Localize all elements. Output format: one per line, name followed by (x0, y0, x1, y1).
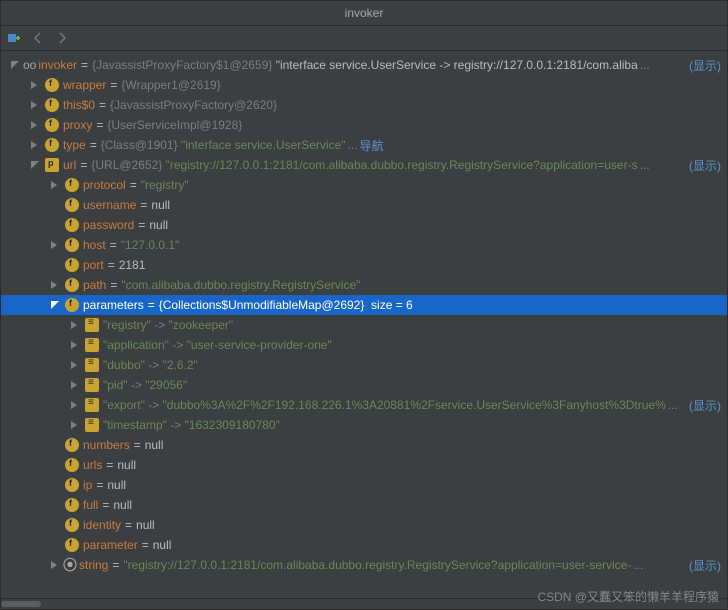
collapse-icon[interactable] (69, 359, 81, 371)
field-icon (65, 258, 79, 272)
navigate-link[interactable]: 导航 (360, 137, 384, 154)
new-watch-button[interactable] (5, 29, 23, 47)
tree-row-invoker[interactable]: oo invoker = {JavassistProxyFactory$1@26… (1, 55, 727, 75)
field-icon (45, 138, 59, 152)
collapse-icon[interactable] (49, 179, 61, 191)
collapse-icon[interactable] (29, 79, 41, 91)
tree-row-parameter[interactable]: parameter = null (1, 535, 727, 555)
show-more-link[interactable]: (显示) (689, 557, 721, 574)
collapse-icon[interactable] (69, 399, 81, 411)
tree-row-full[interactable]: full = null (1, 495, 727, 515)
field-icon (65, 178, 79, 192)
object-mark-icon: ⦿ (63, 558, 77, 572)
entry-icon (85, 338, 99, 352)
collapse-icon[interactable] (49, 239, 61, 251)
tree-row-password[interactable]: password = null (1, 215, 727, 235)
collapse-icon[interactable] (49, 559, 61, 571)
field-icon (65, 278, 79, 292)
collapse-icon[interactable] (69, 319, 81, 331)
tree-row-parameters[interactable]: parameters = {Collections$UnmodifiableMa… (1, 295, 727, 315)
property-icon (45, 158, 59, 172)
field-icon (65, 458, 79, 472)
var-name: invoker (38, 58, 77, 72)
collapse-icon[interactable] (29, 139, 41, 151)
tree-row-path[interactable]: path = "com.alibaba.dubbo.registry.Regis… (1, 275, 727, 295)
tree-row-urls[interactable]: urls = null (1, 455, 727, 475)
tree-row-numbers[interactable]: numbers = null (1, 435, 727, 455)
collapse-icon[interactable] (49, 279, 61, 291)
field-icon (45, 118, 59, 132)
expand-icon[interactable] (29, 159, 41, 171)
tree-row-string[interactable]: ⦿ string = "registry://127.0.0.1:2181/co… (1, 555, 727, 575)
collapse-icon[interactable] (69, 379, 81, 391)
field-icon (45, 78, 59, 92)
tree-row-identity[interactable]: identity = null (1, 515, 727, 535)
entry-icon (85, 358, 99, 372)
tree-row-param-pid[interactable]: "pid" -> "29056" (1, 375, 727, 395)
tree-row-param-dubbo[interactable]: "dubbo" -> "2.6.2" (1, 355, 727, 375)
entry-icon (85, 418, 99, 432)
variables-tree[interactable]: oo invoker = {JavassistProxyFactory$1@26… (1, 51, 727, 609)
title-bar: invoker (1, 1, 727, 26)
field-icon (65, 238, 79, 252)
back-button[interactable] (29, 29, 47, 47)
scrollbar-thumb[interactable] (1, 601, 41, 607)
show-more-link[interactable]: (显示) (689, 397, 721, 414)
entry-icon (85, 378, 99, 392)
field-icon (65, 518, 79, 532)
field-icon (65, 198, 79, 212)
tree-row-host[interactable]: host = "127.0.0.1" (1, 235, 727, 255)
var-class: {JavassistProxyFactory$1@2659} (92, 58, 272, 72)
collapse-icon[interactable] (29, 99, 41, 111)
tree-row-param-registry[interactable]: "registry" -> "zookeeper" (1, 315, 727, 335)
field-icon (65, 538, 79, 552)
show-more-link[interactable]: (显示) (689, 157, 721, 174)
field-icon (65, 218, 79, 232)
watch-icon: oo (23, 58, 36, 72)
entry-icon (85, 398, 99, 412)
var-value: "interface service.UserService -> regist… (276, 58, 638, 72)
expand-icon[interactable] (49, 299, 61, 311)
expand-icon[interactable] (9, 59, 21, 71)
tree-row-param-timestamp[interactable]: "timestamp" -> "1632309180780" (1, 415, 727, 435)
show-more-link[interactable]: (显示) (689, 57, 721, 74)
collapse-icon[interactable] (69, 419, 81, 431)
debugger-window: invoker oo invoker = {JavassistProxyFact… (0, 0, 728, 610)
tree-row-param-export[interactable]: "export" -> "dubbo%3A%2F%2F192.168.226.1… (1, 395, 727, 415)
watermark: CSDN @又蠢又笨的懒羊羊程序猿 (537, 588, 719, 605)
tree-row-ip[interactable]: ip = null (1, 475, 727, 495)
tree-row-this0[interactable]: this$0 = {JavassistProxyFactory@2620} (1, 95, 727, 115)
tree-row-param-application[interactable]: "application" -> "user-service-provider-… (1, 335, 727, 355)
entry-icon (85, 318, 99, 332)
field-icon (65, 498, 79, 512)
field-icon (45, 98, 59, 112)
window-title: invoker (345, 6, 384, 20)
field-icon (65, 298, 79, 312)
field-icon (65, 478, 79, 492)
tree-row-port[interactable]: port = 2181 (1, 255, 727, 275)
tree-row-type[interactable]: type = {Class@1901} "interface service.U… (1, 135, 727, 155)
field-icon (65, 438, 79, 452)
tree-row-protocol[interactable]: protocol = "registry" (1, 175, 727, 195)
tree-row-wrapper[interactable]: wrapper = {Wrapper1@2619} (1, 75, 727, 95)
tree-row-proxy[interactable]: proxy = {UserServiceImpl@1928} (1, 115, 727, 135)
collapse-icon[interactable] (69, 339, 81, 351)
forward-button[interactable] (53, 29, 71, 47)
collapse-icon[interactable] (29, 119, 41, 131)
toolbar (1, 26, 727, 51)
tree-row-username[interactable]: username = null (1, 195, 727, 215)
tree-row-url[interactable]: url = {URL@2652} "registry://127.0.0.1:2… (1, 155, 727, 175)
